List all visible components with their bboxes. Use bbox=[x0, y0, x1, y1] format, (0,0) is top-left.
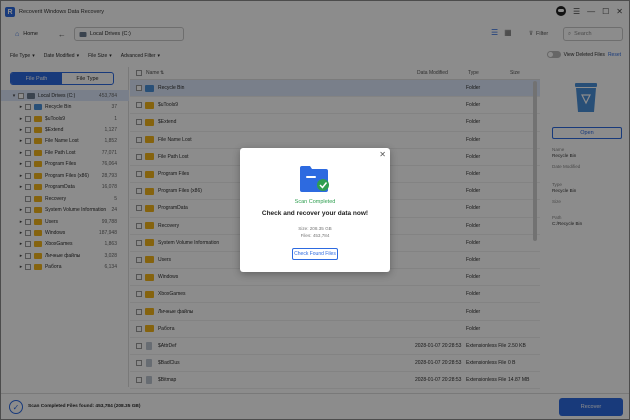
dialog-size: Size: 208.35 GB bbox=[298, 226, 332, 231]
scan-completed-label: Scan Completed bbox=[294, 199, 336, 205]
scan-completed-dialog: ✕ Scan Completed Check and recover your … bbox=[240, 148, 390, 272]
dialog-files: Files: 453,784 bbox=[300, 233, 330, 238]
dialog-heading: Check and recover your data now! bbox=[261, 210, 369, 217]
check-found-files-button[interactable]: Check Found Files bbox=[292, 248, 338, 260]
close-icon[interactable]: ✕ bbox=[379, 150, 386, 159]
folder-check-icon bbox=[300, 166, 329, 192]
